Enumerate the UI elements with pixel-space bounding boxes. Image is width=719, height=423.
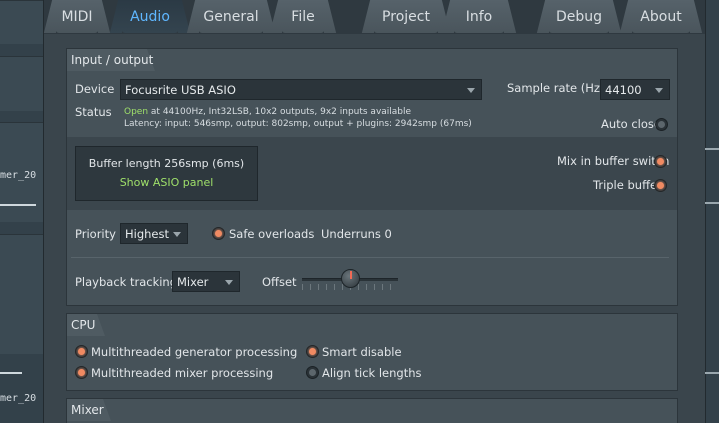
- panel-title: CPU: [71, 318, 96, 332]
- buffer-section: Buffer length 256smp (6ms) Show ASIO pan…: [67, 137, 677, 210]
- auto-close-label: Auto close: [601, 117, 661, 131]
- grid-tick: [705, 202, 719, 204]
- grid-tick: [705, 148, 719, 150]
- audio-clip-line: [0, 204, 36, 206]
- tab-general[interactable]: General: [199, 0, 263, 33]
- tab-file[interactable]: File: [282, 0, 324, 33]
- tab-audio[interactable]: Audio: [122, 0, 178, 33]
- playlist-track: [0, 234, 43, 354]
- smart-disable-label: Smart disable: [322, 345, 402, 359]
- tab-debug[interactable]: Debug: [549, 0, 609, 33]
- multithreaded-mixer-toggle[interactable]: [75, 366, 88, 379]
- sample-rate-select[interactable]: 44100: [600, 79, 670, 100]
- chevron-down-icon: [655, 88, 663, 93]
- input-output-panel: Input / output Device Focusrite USB ASIO…: [66, 48, 678, 306]
- tab-midi[interactable]: MIDI: [56, 0, 98, 33]
- settings-tab-bar: MIDI Audio General File Project Info Deb…: [44, 0, 705, 34]
- align-tick-lengths-label: Align tick lengths: [322, 366, 422, 380]
- playlist-background-right: [705, 0, 719, 423]
- track-label: mer_20: [0, 393, 37, 404]
- panel-title: Mixer: [71, 403, 104, 417]
- audio-clip-line: [0, 372, 22, 374]
- underruns-counter: Underruns 0: [321, 227, 392, 241]
- tab-project[interactable]: Project: [374, 0, 438, 33]
- triple-buffer-label: Triple buffer: [593, 178, 662, 192]
- multithreaded-generator-label: Multithreaded generator processing: [91, 345, 298, 359]
- priority-label: Priority: [75, 227, 116, 241]
- playlist-track: [0, 0, 43, 44]
- slider-knob[interactable]: [340, 269, 360, 288]
- chevron-down-icon: [225, 280, 233, 285]
- playlist-track: [0, 56, 43, 111]
- panel-header: Mixer: [67, 399, 677, 421]
- device-select[interactable]: Focusrite USB ASIO: [120, 79, 482, 100]
- multithreaded-mixer-label: Multithreaded mixer processing: [91, 366, 274, 380]
- playlist-background: mer_20 mer_20: [0, 0, 44, 423]
- buffer-length: Buffer length 256smp (6ms): [88, 157, 245, 170]
- audio-settings-content: Input / output Device Focusrite USB ASIO…: [44, 34, 705, 423]
- sample-rate-value: 44100: [605, 82, 642, 97]
- status-label: Status: [75, 105, 112, 119]
- safe-overloads-label: Safe overloads: [229, 227, 315, 241]
- playback-tracking-value: Mixer: [177, 274, 209, 289]
- device-label: Device: [75, 82, 115, 96]
- track-label: mer_20: [0, 170, 37, 181]
- divider: [71, 257, 669, 258]
- panel-header: CPU: [67, 314, 677, 336]
- chevron-down-icon: [173, 232, 181, 237]
- panel-title: Input / output: [71, 53, 154, 67]
- playback-tracking-select[interactable]: Mixer: [172, 271, 240, 292]
- safe-overloads-toggle[interactable]: [212, 227, 225, 240]
- status-line-1: Open at 44100Hz, Int32LSB, 10x2 outputs,…: [124, 107, 411, 117]
- offset-label: Offset: [262, 275, 297, 289]
- priority-value: Highest: [125, 226, 170, 241]
- panel-header: Input / output: [67, 49, 677, 71]
- auto-close-toggle[interactable]: [655, 118, 668, 131]
- settings-dialog: MIDI Audio General File Project Info Deb…: [44, 0, 705, 423]
- cpu-panel: CPU Multithreaded generator processing M…: [66, 313, 678, 391]
- chevron-down-icon: [467, 88, 475, 93]
- multithreaded-generator-toggle[interactable]: [75, 345, 88, 358]
- smart-disable-toggle[interactable]: [306, 345, 319, 358]
- status-open: Open: [124, 107, 149, 117]
- offset-slider[interactable]: [302, 269, 398, 295]
- show-asio-panel-button[interactable]: Show ASIO panel: [76, 176, 257, 189]
- triple-buffer-toggle[interactable]: [654, 179, 667, 192]
- tab-about[interactable]: About: [632, 0, 690, 33]
- device-value: Focusrite USB ASIO: [125, 82, 236, 97]
- align-tick-lengths-toggle[interactable]: [306, 366, 319, 379]
- mix-in-buffer-switch-toggle[interactable]: [654, 155, 667, 168]
- priority-select[interactable]: Highest: [120, 223, 188, 244]
- tab-info[interactable]: Info: [454, 0, 504, 33]
- mixer-panel: Mixer: [66, 398, 678, 423]
- status-details: at 44100Hz, Int32LSB, 10x2 outputs, 9x2 …: [150, 107, 412, 117]
- sample-rate-label: Sample rate (Hz): [507, 81, 605, 95]
- playback-tracking-label: Playback tracking: [75, 275, 178, 289]
- grid-tick: [705, 372, 719, 374]
- status-line-2: Latency: input: 546smp, output: 802smp, …: [124, 119, 472, 129]
- buffer-box: Buffer length 256smp (6ms) Show ASIO pan…: [75, 146, 258, 201]
- mix-in-buffer-switch-label: Mix in buffer switch: [557, 154, 670, 168]
